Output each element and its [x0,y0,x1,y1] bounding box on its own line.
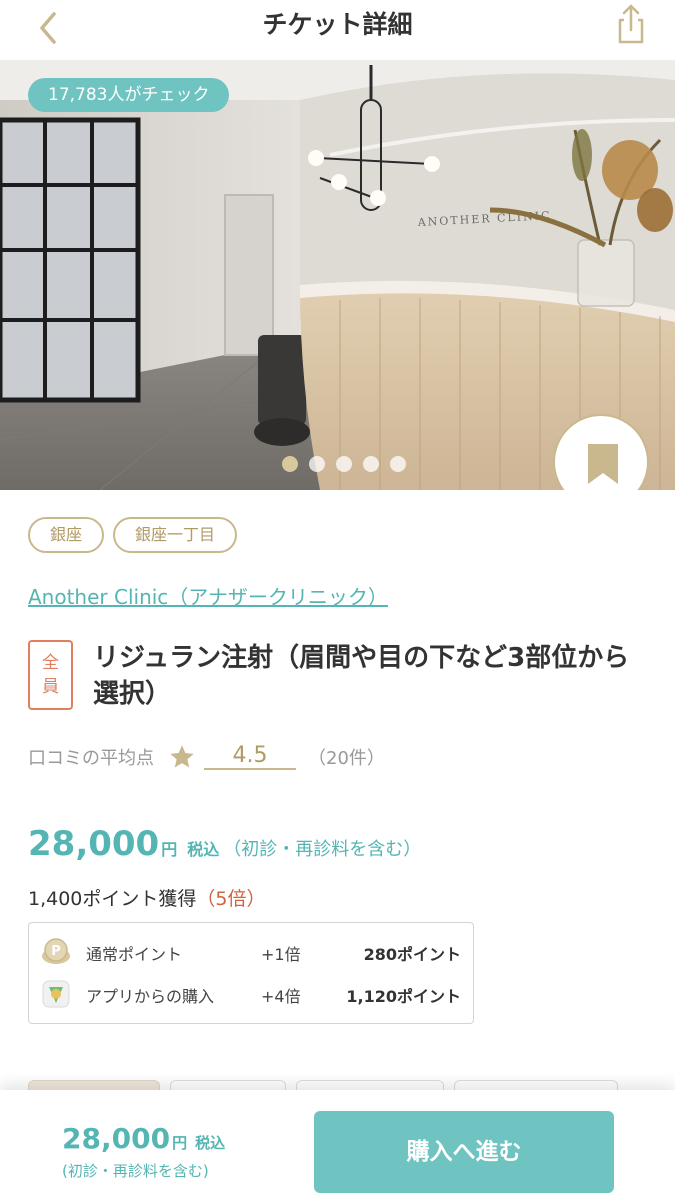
bottom-price-currency: 円 [172,1134,188,1152]
review-rating: 口コミの平均点 4.5 （20件） [28,742,385,772]
price-currency: 円 [161,840,178,859]
app-header: チケット詳細 [0,0,675,60]
review-count: （20件） [308,748,385,769]
points-row-label: 通常ポイント [86,945,183,964]
price-tax-label: 税込 [187,840,220,859]
target-all-badge: 全 員 [28,640,73,710]
points-earned: 1,400ポイント獲得（5倍） [28,884,266,911]
price-amount: 28,000 [28,824,160,864]
points-row-label: アプリからの購入 [86,987,215,1006]
bottom-price-note: (初診・再診料を含む) [62,1162,209,1180]
rating-label: 口コミの平均点 [28,748,154,769]
purchase-bar: 28,000 円 税込 (初診・再診料を含む) 購入へ進む [0,1090,675,1200]
points-row-value: 280ポイント [363,945,461,964]
point-coin-icon: P [42,938,70,964]
bottom-price: 28,000 円 税込 [62,1122,225,1155]
bookmark-icon [588,444,618,484]
share-icon [618,4,644,44]
location-tags: 銀座 銀座一丁目 [28,517,238,553]
proceed-to-purchase-button[interactable]: 購入へ進む [314,1111,614,1193]
bottom-price-tax: 税込 [195,1134,226,1152]
rating-score[interactable]: 4.5 [204,744,296,770]
points-row: アプリからの購入 +4倍 1,120ポイント [29,973,475,1015]
carousel-dot[interactable] [309,456,325,472]
carousel-dot[interactable] [282,456,298,472]
price-block: 28,000 円 税込 （初診・再診料を含む） [28,824,421,868]
carousel-indicator [282,456,406,472]
price-note: （初診・再診料を含む） [223,839,422,860]
points-row-rate: +4倍 [261,987,301,1006]
points-row-value: 1,120ポイント [346,987,461,1006]
product-title: リジュラン注射（眉間や目の下など3部位から選択） [93,643,630,709]
share-button[interactable] [609,2,653,46]
target-badge-char: 全 [42,653,59,673]
points-multiplier: （5倍） [196,888,266,910]
star-icon [170,745,194,768]
clinic-photo-carousel[interactable]: ANOTHER CLINIC 17,783人がチェック [0,60,675,490]
target-badge-char: 員 [42,677,59,697]
clinic-name-link[interactable]: Another Clinic（アナザークリニック） [28,581,388,610]
app-icon [42,980,70,1008]
svg-text:P: P [51,944,61,959]
location-tag-ginza[interactable]: 銀座 [28,517,105,553]
bottom-price-amount: 28,000 [62,1122,171,1155]
carousel-dot[interactable] [336,456,352,472]
points-row: P 通常ポイント +1倍 280ポイント [29,931,475,973]
points-total: 1,400ポイント獲得 [28,888,197,910]
carousel-dot[interactable] [390,456,406,472]
page-title: チケット詳細 [262,10,413,39]
location-tag-ginza-1chome[interactable]: 銀座一丁目 [113,517,238,553]
carousel-dot[interactable] [363,456,379,472]
points-row-rate: +1倍 [261,945,301,964]
check-count-badge: 17,783人がチェック [28,78,230,112]
points-breakdown: P 通常ポイント +1倍 280ポイント アプリからの購入 +4倍 1,120ポ… [28,922,474,1024]
